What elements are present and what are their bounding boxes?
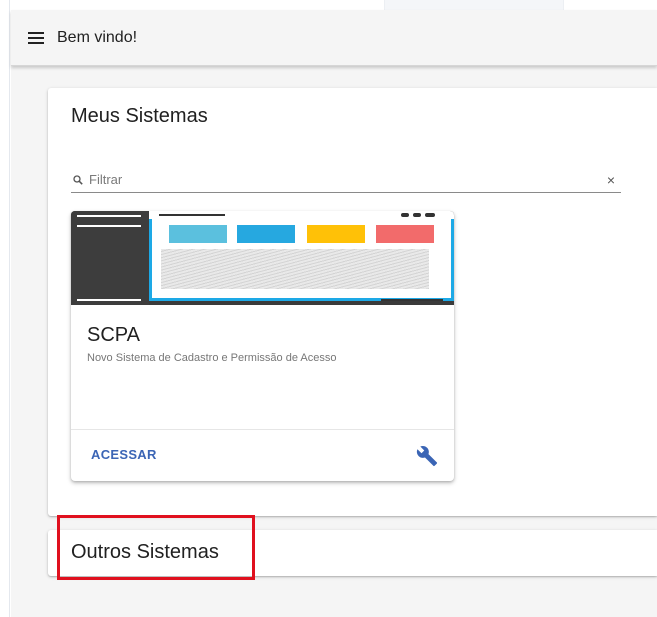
filter-field: × [71, 167, 621, 193]
meus-sistemas-panel: Meus Sistemas × [48, 88, 657, 516]
thumbnail-tile [307, 225, 365, 243]
thumbnail-tile [169, 225, 227, 243]
thumbnail-tile [237, 225, 295, 243]
outros-sistemas-title: Outros Sistemas [71, 541, 219, 563]
left-rail [0, 0, 10, 617]
system-thumbnail [71, 211, 454, 305]
top-toolbar: Bem vindo! [11, 10, 657, 66]
acessar-button[interactable]: ACESSAR [91, 447, 157, 462]
outros-sistemas-panel[interactable]: Outros Sistemas [48, 530, 657, 576]
card-divider [71, 429, 454, 430]
system-card: SCPA Novo Sistema de Cadastro e Permissã… [71, 211, 454, 481]
close-icon[interactable]: × [607, 173, 615, 187]
top-strip [10, 0, 657, 10]
toolbar-title: Bem vindo! [57, 28, 138, 46]
background-tab [384, 0, 564, 10]
menu-icon[interactable] [28, 30, 48, 46]
card-title: SCPA [87, 324, 140, 346]
wrench-icon[interactable] [416, 445, 438, 467]
search-icon [73, 174, 83, 185]
thumbnail-tile [376, 225, 434, 243]
meus-sistemas-title: Meus Sistemas [71, 105, 208, 127]
card-subtitle: Novo Sistema de Cadastro e Permissão de … [87, 352, 337, 364]
filter-input[interactable] [89, 169, 607, 190]
